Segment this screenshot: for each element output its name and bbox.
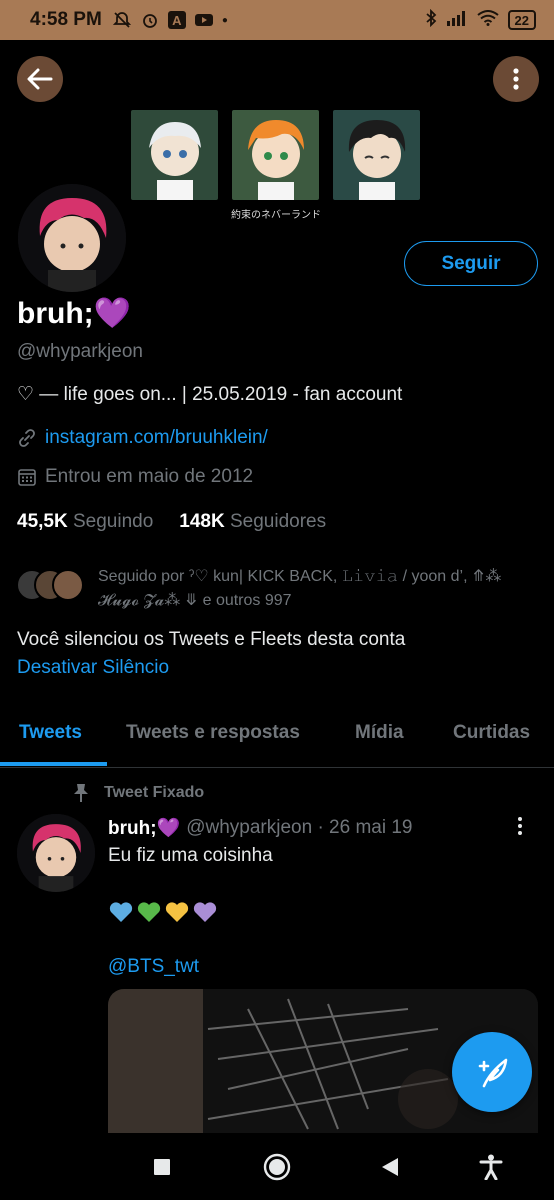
tweet-menu-button[interactable] [516,816,524,841]
followers-count: 148K [179,511,225,532]
banner-image-3 [333,110,420,200]
green-heart-icon [137,902,161,922]
tab-likes[interactable]: Curtidas [453,722,530,744]
profile-joined-date: Entrou em maio de 2012 [45,466,254,487]
more-vertical-icon [513,68,519,90]
yellow-heart-icon [165,902,189,922]
triangle-back-icon [382,1158,398,1176]
following-label: Seguindo [72,511,154,532]
status-time: 4:58 PM [30,9,102,30]
followed-by-row[interactable]: Seguido por ˀ♡ kun| KICK BACK, 𝙻𝚒𝚟𝚒𝚊 / y… [14,565,544,613]
muted-notice: Você silenciou os Tweets e Fleets desta … [17,629,406,650]
profile-bio: ♡ — life goes on... | 25.05.2019 - fan a… [17,384,403,405]
following-count-link[interactable]: 45,5K Seguindo [17,511,153,533]
banner-caption: 約束のネバーランド [231,210,321,221]
tweet-author-name[interactable]: bruh;💜 [108,816,180,840]
followers-count-link[interactable]: 148K Seguidores [179,511,326,533]
alarm-icon [140,10,160,30]
back-nav-button[interactable] [374,1151,406,1183]
unmute-link[interactable]: Desativar Silêncio [17,657,169,679]
following-count: 45,5K [17,511,68,532]
blue-heart-icon [109,902,133,922]
tweet-mention[interactable]: @BTS_twt [108,956,199,978]
home-circle-icon [263,1153,291,1181]
tweet-text: Eu fiz uma coisinha [108,845,273,866]
followers-label: Seguidores [229,511,327,532]
pin-icon [74,784,88,802]
pinned-tweet-label: Tweet Fixado [72,783,204,803]
back-button[interactable] [17,56,63,102]
youtube-icon [194,10,214,30]
accessibility-button[interactable] [475,1151,507,1183]
follow-button[interactable]: Seguir [404,241,538,286]
tweet-avatar[interactable] [17,814,95,892]
battery-icon: 22 [507,10,536,30]
profile-link[interactable]: instagram.com/bruuhklein/ [45,427,268,449]
wifi-icon [476,10,499,30]
banner-image-1 [131,110,218,200]
profile-handle: @whyparkjeon [17,341,143,362]
pinned-tweet-text: Tweet Fixado [104,784,205,801]
followed-by-text: Seguido por ˀ♡ kun| KICK BACK, 𝙻𝚒𝚟𝚒𝚊 / y… [98,568,502,609]
mute-icon [112,10,132,30]
more-options-button[interactable] [493,56,539,102]
follow-counts: 45,5K Seguindo 148K Seguidores [17,511,326,533]
purple-heart-icon [193,902,217,922]
status-bar: 4:58 PM A ● 22 [0,0,554,40]
tab-tweets[interactable]: Tweets [19,722,82,744]
profile-display-name: bruh;💜 [17,297,131,330]
app-a-icon: A [167,11,186,29]
active-tab-indicator [0,762,107,766]
link-icon [19,429,35,447]
compose-feather-icon [478,1058,508,1088]
arrow-left-icon [27,68,53,90]
mini-avatar [52,569,84,601]
dot-icon: ● [221,14,228,26]
tweet-hearts: 💙💚💛💜 [108,900,218,924]
system-nav-bar [0,1133,554,1200]
calendar-icon [18,469,36,486]
tweet-header: bruh;💜 @whyparkjeon · 26 mai 19 [108,816,413,840]
followers-you-know-avatars [14,565,90,603]
profile-joined-row: Entrou em maio de 2012 [17,466,253,488]
tweet-handle-date: @whyparkjeon · 26 mai 19 [186,817,413,838]
more-vertical-icon [518,817,522,835]
tab-media[interactable]: Mídia [355,722,404,744]
banner-image-2 [232,110,319,200]
square-icon [154,1159,170,1175]
recents-button[interactable] [146,1151,178,1183]
battery-level: 22 [514,12,529,28]
profile-tabs: Tweets Tweets e respostas Mídia Curtidas [0,712,554,768]
profile-avatar[interactable] [14,180,130,296]
signal-icon [446,10,468,30]
bluetooth-icon [425,8,437,31]
accessibility-icon [479,1154,503,1180]
tab-tweets-and-replies[interactable]: Tweets e respostas [126,722,300,744]
home-button[interactable] [261,1151,293,1183]
profile-link-row: instagram.com/bruuhklein/ [17,427,268,449]
compose-tweet-button[interactable] [452,1032,532,1112]
